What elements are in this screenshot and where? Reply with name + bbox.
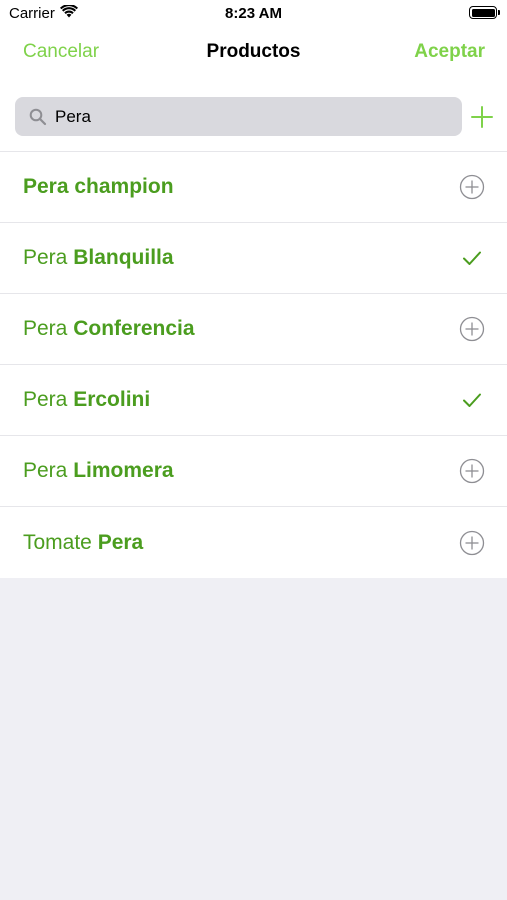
product-label-match: Ercolini [73, 388, 151, 411]
product-label-match: Limomera [73, 459, 174, 482]
search-bar[interactable] [15, 97, 462, 136]
product-label: Pera Conferencia [23, 317, 195, 341]
checkmark-icon[interactable] [459, 245, 485, 271]
product-label-prefix: Pera [23, 246, 74, 269]
top-section: Carrier 8:23 AM Cancelar Productos Acept… [0, 0, 507, 578]
circle-plus-icon[interactable] [459, 458, 485, 484]
status-bar: Carrier 8:23 AM [0, 0, 507, 28]
product-label: Pera champion [23, 175, 174, 199]
product-label-match: Conferencia [73, 317, 195, 340]
product-label: Pera Blanquilla [23, 246, 174, 270]
search-input[interactable] [55, 106, 435, 127]
battery-icon [469, 6, 500, 19]
product-label-match: Pera champion [23, 175, 174, 198]
list-item[interactable]: Tomate Pera [0, 507, 507, 578]
screen: Carrier 8:23 AM Cancelar Productos Acept… [0, 0, 507, 900]
product-label: Tomate Pera [23, 531, 143, 555]
navigation-bar: Cancelar Productos Aceptar [0, 28, 507, 78]
list-item[interactable]: Pera Conferencia [0, 294, 507, 365]
product-label-prefix: Pera [23, 317, 74, 340]
product-label-prefix: Pera [23, 388, 74, 411]
product-label: Pera Limomera [23, 459, 174, 483]
list-item[interactable]: Pera champion [0, 152, 507, 223]
checkmark-icon[interactable] [459, 387, 485, 413]
product-label-match: Pera [97, 530, 144, 554]
search-icon [29, 108, 47, 126]
circle-plus-icon[interactable] [459, 530, 485, 556]
accept-button[interactable]: Aceptar [414, 41, 485, 63]
product-label-match: Blanquilla [73, 246, 174, 269]
product-label-prefix: Tomate [23, 530, 98, 554]
circle-plus-icon[interactable] [459, 316, 485, 342]
circle-plus-icon[interactable] [459, 174, 485, 200]
list-item[interactable]: Pera Limomera [0, 436, 507, 507]
status-time: 8:23 AM [225, 5, 282, 22]
product-list: Pera champion Pera Blanquilla Pera Confe… [0, 152, 507, 578]
product-label: Pera Ercolini [23, 388, 150, 412]
plus-icon[interactable] [471, 106, 493, 128]
list-item[interactable]: Pera Blanquilla [0, 223, 507, 294]
search-row [0, 78, 507, 152]
product-label-prefix: Pera [23, 459, 74, 482]
list-item[interactable]: Pera Ercolini [0, 365, 507, 436]
